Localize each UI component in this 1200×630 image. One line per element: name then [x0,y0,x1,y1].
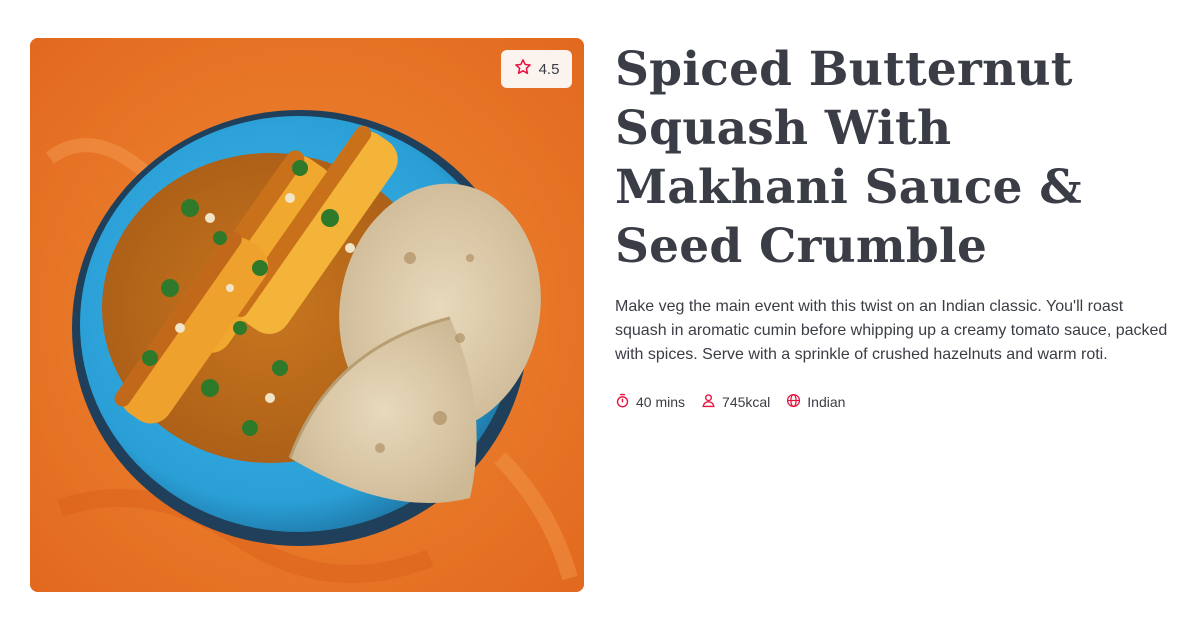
recipe-meta: 40 mins 745kcal Indian [615,393,1175,411]
globe-icon [786,393,801,411]
meta-calories-value: 745kcal [722,394,771,410]
person-icon [701,393,716,411]
recipe-image[interactable] [30,38,584,592]
star-icon [514,58,532,80]
recipe-description: Make veg the main event with this twist … [615,298,1168,363]
recipe-content: Spiced Butternut Squash With Makhani Sau… [615,40,1175,411]
meta-calories: 745kcal [701,393,770,411]
stopwatch-icon [615,393,630,411]
meta-cuisine: Indian [786,393,845,411]
rating-value: 4.5 [538,60,560,78]
meta-time: 40 mins [615,393,685,411]
recipe-title[interactable]: Spiced Butternut Squash With Makhani Sau… [615,40,1175,276]
rating-badge: 4.5 [501,50,572,88]
meta-cuisine-value: Indian [807,394,846,410]
recipe-photo-illustration [30,38,584,592]
meta-time-value: 40 mins [636,394,686,410]
